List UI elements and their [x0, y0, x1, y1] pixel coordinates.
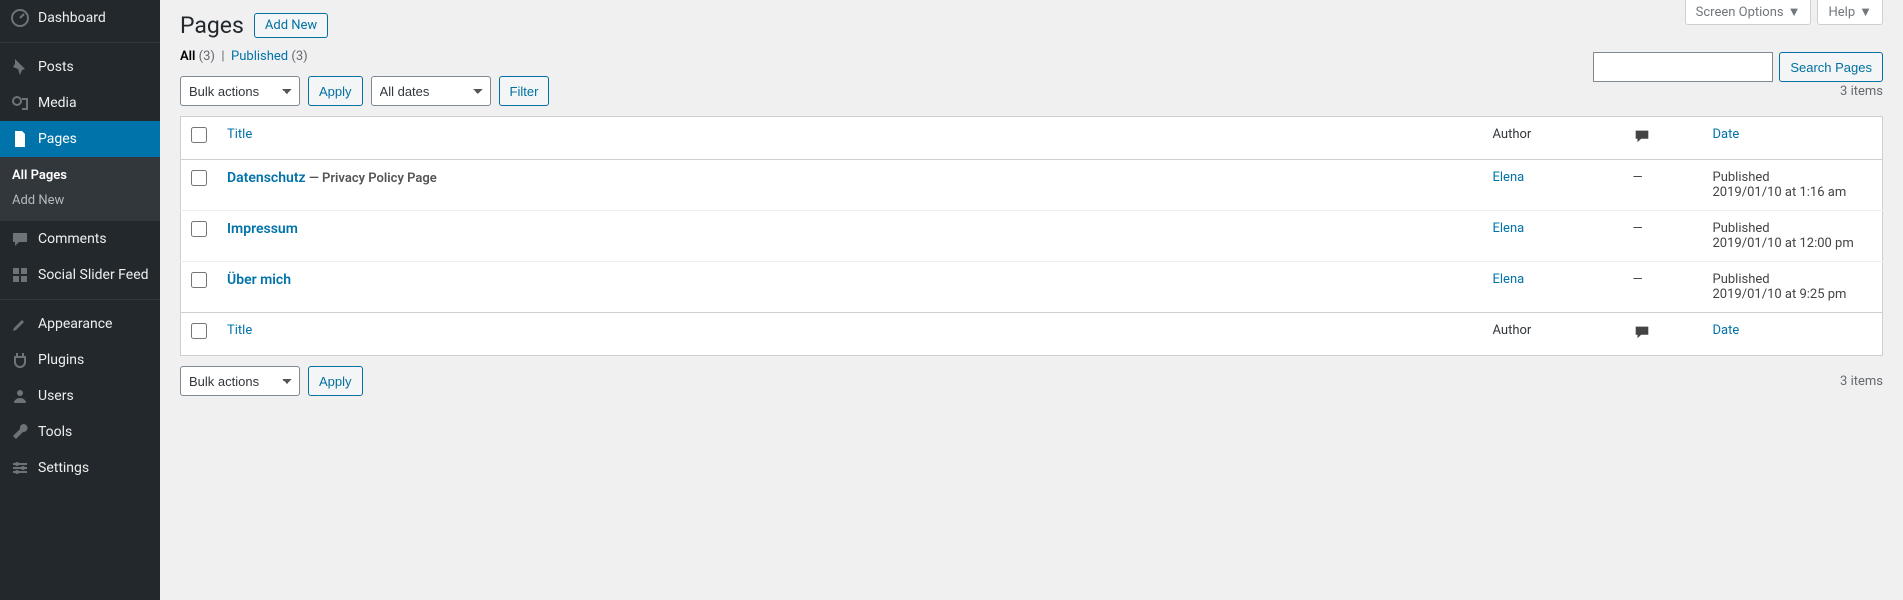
- row-date: Published2019/01/10 at 1:16 am: [1703, 160, 1883, 211]
- user-icon: [10, 386, 30, 406]
- sidebar-item-comments[interactable]: Comments: [0, 221, 160, 257]
- sidebar-item-posts[interactable]: Posts: [0, 49, 160, 85]
- table-row: Impressum Elena — Published2019/01/10 at…: [181, 211, 1883, 262]
- sidebar-item-label: Users: [38, 388, 74, 404]
- grid-icon: [10, 265, 30, 285]
- wrench-icon: [10, 422, 30, 442]
- sidebar-item-plugins[interactable]: Plugins: [0, 342, 160, 378]
- column-author: Author: [1483, 117, 1623, 160]
- page-icon: [10, 129, 30, 149]
- select-all-checkbox[interactable]: [191, 127, 207, 143]
- sidebar-item-label: Posts: [38, 59, 74, 75]
- sidebar-item-dashboard[interactable]: Dashboard: [0, 0, 160, 36]
- brush-icon: [10, 314, 30, 334]
- row-checkbox[interactable]: [191, 221, 207, 237]
- row-title-link[interactable]: Datenschutz: [227, 170, 306, 186]
- sidebar-item-social-slider[interactable]: Social Slider Feed: [0, 257, 160, 293]
- sidebar-item-label: Comments: [38, 231, 107, 247]
- sidebar-item-settings[interactable]: Settings: [0, 450, 160, 486]
- settings-icon: [10, 458, 30, 478]
- column-title[interactable]: Title: [227, 127, 252, 142]
- plug-icon: [10, 350, 30, 370]
- media-icon: [10, 93, 30, 113]
- sidebar-item-label: Media: [38, 95, 77, 111]
- filter-button[interactable]: Filter: [499, 76, 550, 106]
- row-checkbox[interactable]: [191, 272, 207, 288]
- column-date-foot[interactable]: Date: [1713, 323, 1740, 338]
- column-title-foot[interactable]: Title: [227, 323, 252, 338]
- page-title: Pages: [180, 12, 244, 39]
- sidebar-item-label: Plugins: [38, 352, 84, 368]
- bulk-actions-select[interactable]: Bulk actions: [180, 76, 300, 106]
- table-row: Über mich Elena — Published2019/01/10 at…: [181, 262, 1883, 313]
- apply-button-bottom[interactable]: Apply: [308, 366, 363, 396]
- row-comments: —: [1623, 211, 1703, 262]
- row-comments: —: [1623, 262, 1703, 313]
- sidebar-item-label: Tools: [38, 424, 72, 440]
- row-checkbox[interactable]: [191, 170, 207, 186]
- row-author-link[interactable]: Elena: [1493, 170, 1525, 185]
- submenu-add-new[interactable]: Add New: [0, 188, 160, 213]
- comment-icon: [10, 229, 30, 249]
- search-button[interactable]: Search Pages: [1779, 52, 1883, 82]
- screen-options-button[interactable]: Screen Options ▼: [1685, 0, 1812, 25]
- table-row: Datenschutz — Privacy Policy Page Elena …: [181, 160, 1883, 211]
- sidebar-item-appearance[interactable]: Appearance: [0, 306, 160, 342]
- date-filter-select[interactable]: All dates: [371, 76, 491, 106]
- bulk-actions-select-bottom[interactable]: Bulk actions: [180, 366, 300, 396]
- select-all-checkbox-bottom[interactable]: [191, 323, 207, 339]
- chevron-down-icon: ▼: [1788, 4, 1801, 20]
- comments-icon: [1633, 330, 1651, 345]
- sidebar-item-label: Dashboard: [38, 10, 106, 26]
- apply-button[interactable]: Apply: [308, 76, 363, 106]
- row-author-link[interactable]: Elena: [1493, 221, 1525, 236]
- search-input[interactable]: [1593, 52, 1773, 82]
- sidebar-item-users[interactable]: Users: [0, 378, 160, 414]
- post-state: — Privacy Policy Page: [306, 171, 437, 186]
- items-count: 3 items: [1840, 84, 1883, 99]
- pin-icon: [10, 57, 30, 77]
- column-date[interactable]: Date: [1713, 127, 1740, 142]
- sidebar-item-label: Pages: [38, 131, 77, 147]
- sidebar-item-label: Appearance: [38, 316, 112, 332]
- sidebar-item-pages[interactable]: Pages: [0, 121, 160, 157]
- row-date: Published2019/01/10 at 9:25 pm: [1703, 262, 1883, 313]
- row-author-link[interactable]: Elena: [1493, 272, 1525, 287]
- add-new-button[interactable]: Add New: [254, 13, 328, 38]
- row-date: Published2019/01/10 at 12:00 pm: [1703, 211, 1883, 262]
- submenu-all-pages[interactable]: All Pages: [0, 163, 160, 188]
- row-comments: —: [1623, 160, 1703, 211]
- chevron-down-icon: ▼: [1859, 4, 1872, 20]
- sidebar-item-tools[interactable]: Tools: [0, 414, 160, 450]
- filter-all[interactable]: All (3): [180, 49, 215, 64]
- comments-icon: [1633, 134, 1651, 149]
- help-button[interactable]: Help ▼: [1817, 0, 1883, 25]
- row-title-link[interactable]: Über mich: [227, 272, 291, 288]
- sidebar-item-label: Settings: [38, 460, 89, 476]
- column-author-foot: Author: [1483, 313, 1623, 356]
- dashboard-icon: [10, 8, 30, 28]
- sidebar-item-media[interactable]: Media: [0, 85, 160, 121]
- sidebar-item-label: Social Slider Feed: [38, 267, 149, 283]
- filter-published[interactable]: Published (3): [231, 49, 308, 64]
- row-title-link[interactable]: Impressum: [227, 221, 298, 237]
- items-count-bottom: 3 items: [1840, 374, 1883, 389]
